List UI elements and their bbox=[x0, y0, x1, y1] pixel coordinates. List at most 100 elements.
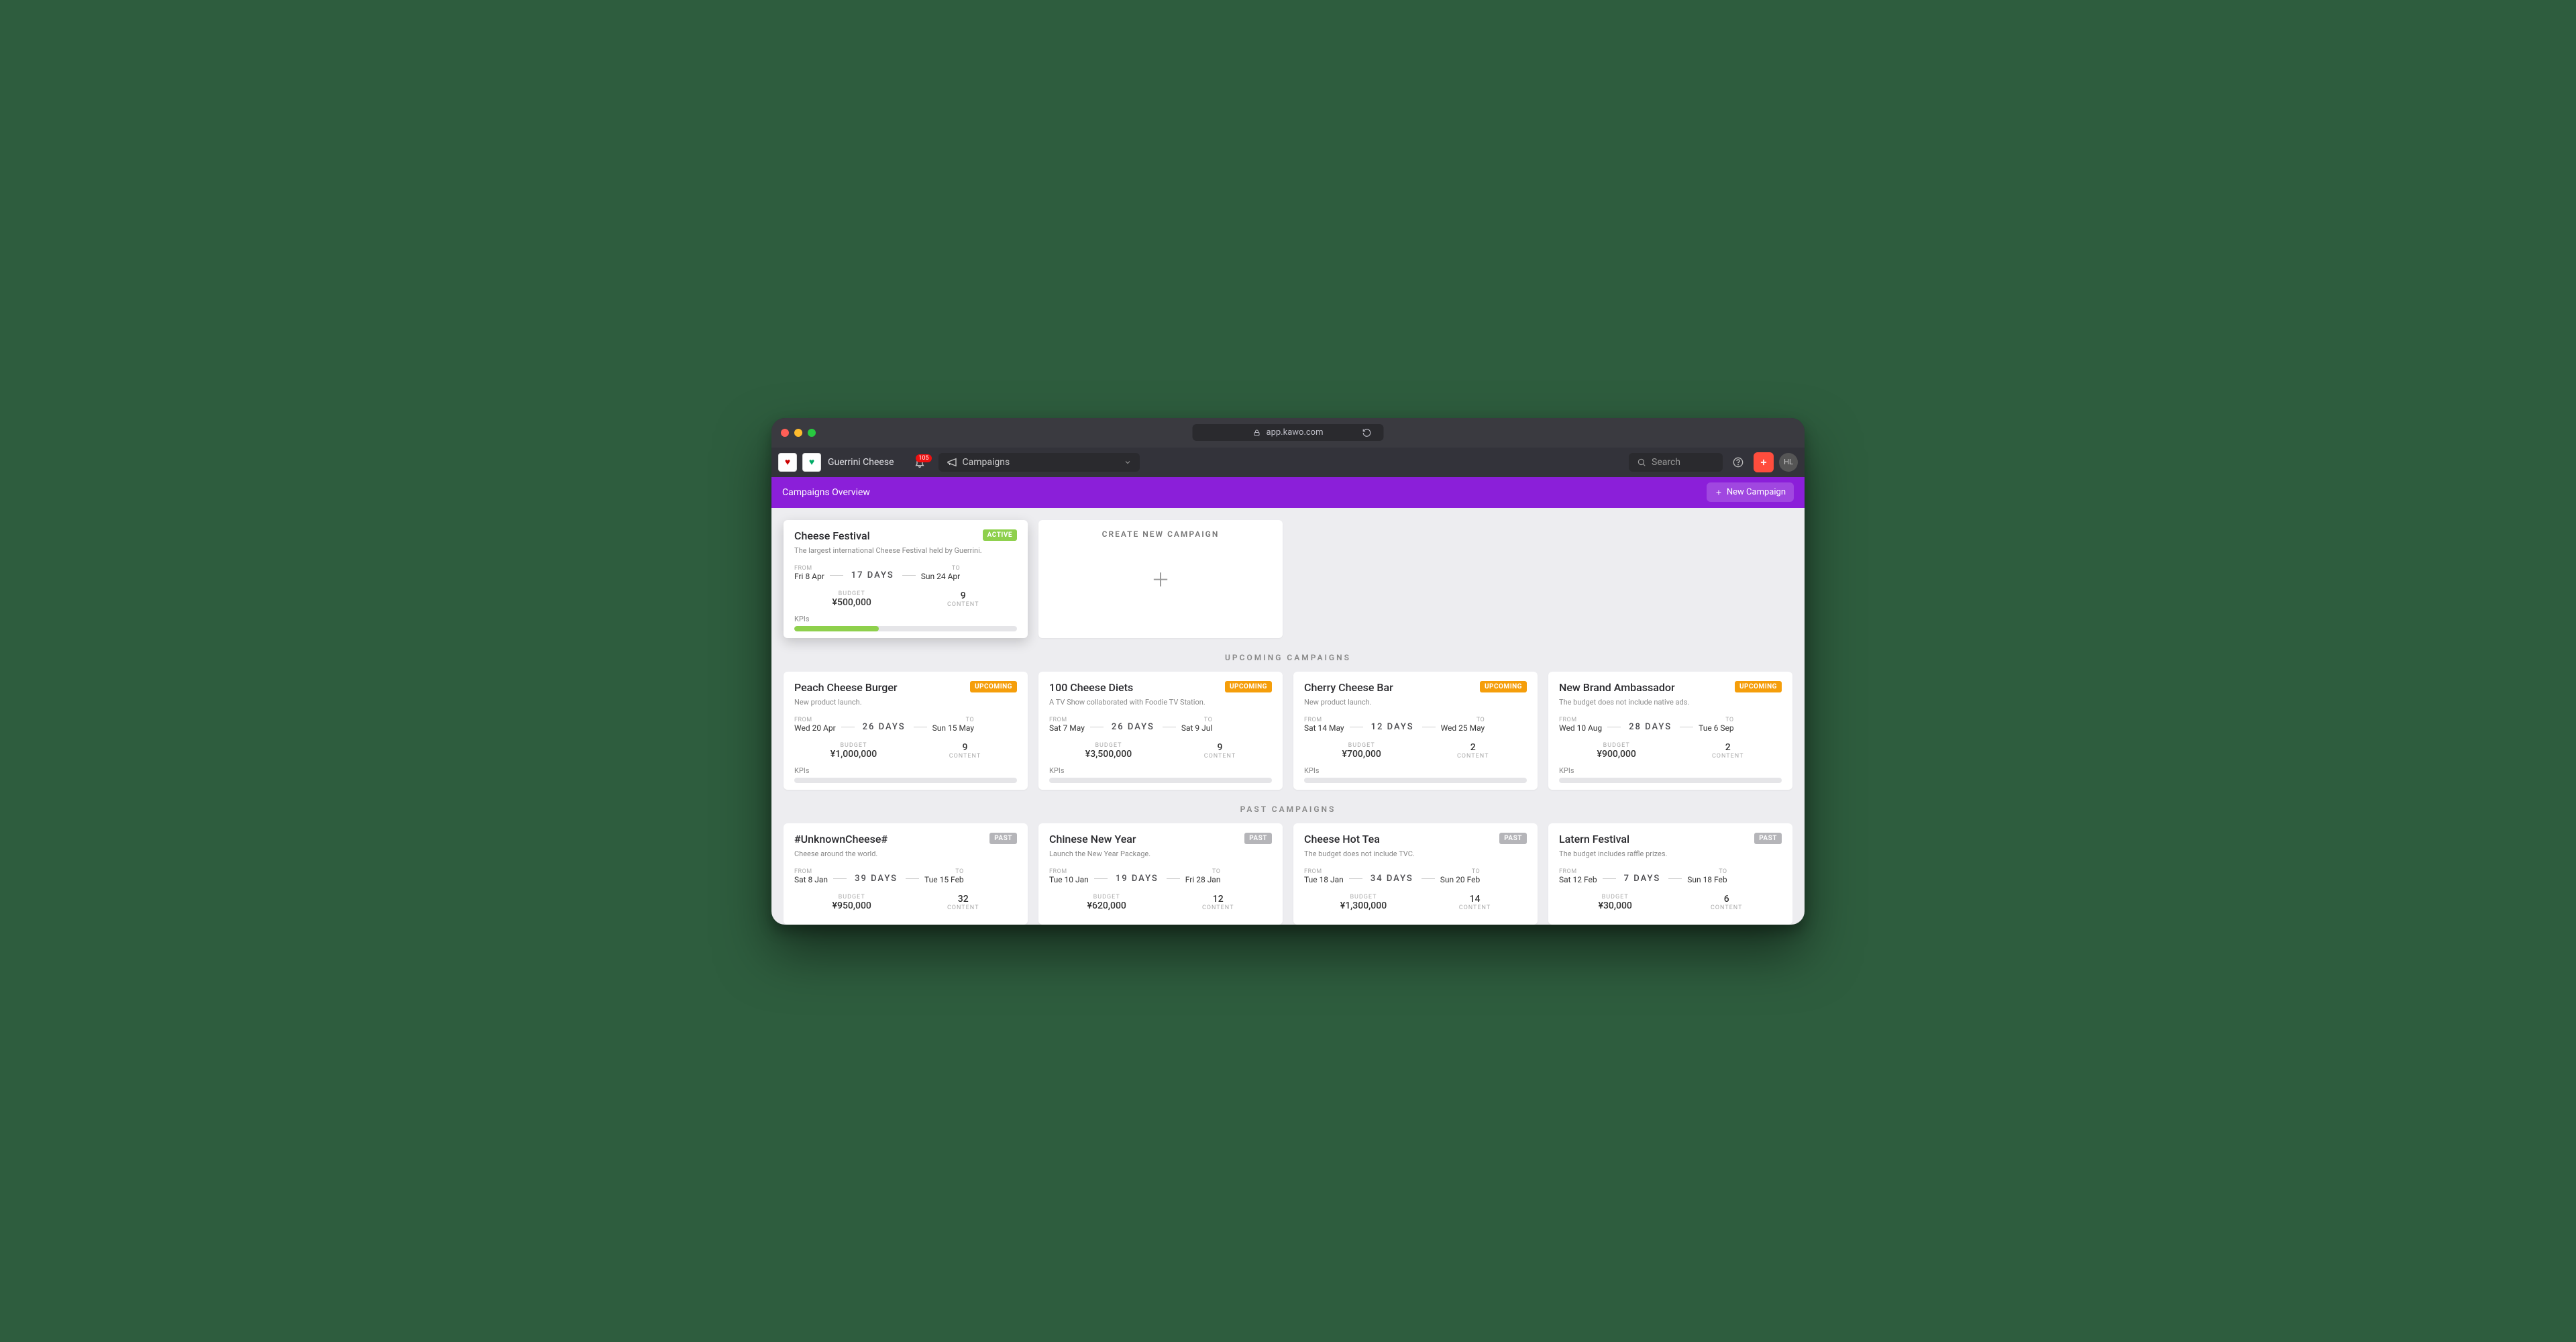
card-description: The largest international Cheese Festiva… bbox=[794, 546, 1017, 556]
content-area: Cheese Festival ACTIVE The largest inter… bbox=[771, 508, 1805, 925]
status-badge: UPCOMING bbox=[970, 681, 1017, 692]
card-description: A TV Show collaborated with Foodie TV St… bbox=[1049, 698, 1272, 707]
status-badge: PAST bbox=[989, 833, 1017, 844]
date-range: FROMSat 7 May 26 DAYS TOSat 9 Jul bbox=[1049, 717, 1272, 733]
org-icon[interactable]: ♥ bbox=[778, 453, 797, 472]
card-stats: BUDGET¥620,000 12CONTENT bbox=[1049, 894, 1272, 911]
date-range: FROMFri 8 Apr 17 DAYS TOSun 24 Apr bbox=[794, 565, 1017, 581]
card-title: 100 Cheese Diets bbox=[1049, 681, 1133, 694]
kpi-progress bbox=[794, 626, 1017, 631]
card-title: Latern Festival bbox=[1559, 833, 1629, 845]
kpi-label: KPIs bbox=[794, 615, 1017, 623]
workspace-icon[interactable]: ♥ bbox=[802, 453, 821, 472]
maximize-window-button[interactable] bbox=[808, 429, 816, 437]
card-stats: BUDGET¥900,000 2CONTENT bbox=[1559, 742, 1782, 760]
campaign-card[interactable]: Latern Festival PAST The budget includes… bbox=[1548, 823, 1792, 925]
kpi-progress bbox=[794, 778, 1017, 783]
kpi-progress bbox=[1049, 778, 1272, 783]
campaign-card[interactable]: 100 Cheese Diets UPCOMING A TV Show coll… bbox=[1038, 672, 1283, 790]
workspace-name[interactable]: Guerrini Cheese bbox=[826, 457, 901, 468]
address-bar[interactable]: app.kawo.com bbox=[1193, 424, 1384, 441]
status-badge: PAST bbox=[1244, 833, 1272, 844]
card-title: Cherry Cheese Bar bbox=[1304, 681, 1393, 694]
page-header: Campaigns Overview New Campaign bbox=[771, 477, 1805, 508]
status-badge: UPCOMING bbox=[1480, 681, 1527, 692]
url-text: app.kawo.com bbox=[1267, 427, 1324, 437]
kpi-fill bbox=[794, 626, 879, 631]
create-button[interactable] bbox=[1754, 452, 1774, 472]
campaigns-icon bbox=[947, 457, 957, 468]
card-description: The budget does not include native ads. bbox=[1559, 698, 1782, 707]
new-campaign-label: New Campaign bbox=[1727, 487, 1786, 497]
card-title: Cheese Festival bbox=[794, 529, 870, 542]
plus-icon: ＋ bbox=[1151, 566, 1170, 592]
card-stats: BUDGET¥1,300,000 14CONTENT bbox=[1304, 894, 1527, 911]
card-description: The budget does not include TVC. bbox=[1304, 849, 1527, 859]
notification-count: 105 bbox=[916, 454, 931, 462]
kpi-label: KPIs bbox=[1304, 766, 1527, 775]
card-description: New product launch. bbox=[1304, 698, 1527, 707]
search-icon bbox=[1637, 458, 1646, 467]
card-description: The budget includes raffle prizes. bbox=[1559, 849, 1782, 859]
kpi-label: KPIs bbox=[1559, 766, 1782, 775]
minimize-window-button[interactable] bbox=[794, 429, 802, 437]
help-button[interactable] bbox=[1728, 452, 1748, 472]
date-range: FROMSat 8 Jan 39 DAYS TOTue 15 Feb bbox=[794, 868, 1017, 884]
user-avatar[interactable]: HL bbox=[1779, 453, 1798, 472]
status-badge: PAST bbox=[1754, 833, 1782, 844]
date-range: FROMTue 18 Jan 34 DAYS TOSun 20 Feb bbox=[1304, 868, 1527, 884]
status-badge: UPCOMING bbox=[1735, 681, 1782, 692]
help-icon bbox=[1733, 457, 1743, 468]
campaign-card[interactable]: Cherry Cheese Bar UPCOMING New product l… bbox=[1293, 672, 1538, 790]
nav-dropdown[interactable]: Campaigns bbox=[938, 453, 1140, 472]
card-description: New product launch. bbox=[794, 698, 1017, 707]
date-range: FROMWed 20 Apr 26 DAYS TOSun 15 May bbox=[794, 717, 1017, 733]
campaign-card[interactable]: New Brand Ambassador UPCOMING The budget… bbox=[1548, 672, 1792, 790]
campaign-card[interactable]: #UnknownCheese# PAST Cheese around the w… bbox=[784, 823, 1028, 925]
browser-window: app.kawo.com ♥ ♥ Guerrini Cheese 105 Cam… bbox=[771, 418, 1805, 925]
page-title: Campaigns Overview bbox=[782, 487, 870, 498]
date-range: FROMTue 10 Jan 19 DAYS TOFri 28 Jan bbox=[1049, 868, 1272, 884]
window-controls bbox=[781, 429, 816, 437]
status-badge: PAST bbox=[1499, 833, 1527, 844]
card-stats: BUDGET¥1,000,000 9CONTENT bbox=[794, 742, 1017, 760]
kpi-progress bbox=[1559, 778, 1782, 783]
card-title: #UnknownCheese# bbox=[794, 833, 888, 845]
nav-label: Campaigns bbox=[963, 457, 1010, 468]
campaign-card[interactable]: Chinese New Year PAST Launch the New Yea… bbox=[1038, 823, 1283, 925]
card-stats: BUDGET¥950,000 32CONTENT bbox=[794, 894, 1017, 911]
section-past-title: PAST CAMPAIGNS bbox=[784, 790, 1792, 823]
create-campaign-card[interactable]: CREATE NEW CAMPAIGN ＋ bbox=[1038, 520, 1283, 638]
card-description: Launch the New Year Package. bbox=[1049, 849, 1272, 859]
create-card-label: CREATE NEW CAMPAIGN bbox=[1102, 529, 1220, 539]
card-stats: BUDGET¥700,000 2CONTENT bbox=[1304, 742, 1527, 760]
card-stats: BUDGET¥3,500,000 9CONTENT bbox=[1049, 742, 1272, 760]
date-range: FROMSat 14 May 12 DAYS TOWed 25 May bbox=[1304, 717, 1527, 733]
card-stats: BUDGET¥30,000 6CONTENT bbox=[1559, 894, 1782, 911]
date-range: FROMWed 10 Aug 28 DAYS TOTue 6 Sep bbox=[1559, 717, 1782, 733]
new-campaign-button[interactable]: New Campaign bbox=[1707, 482, 1794, 502]
close-window-button[interactable] bbox=[781, 429, 789, 437]
kpi-label: KPIs bbox=[794, 766, 1017, 775]
kpi-progress bbox=[1304, 778, 1527, 783]
campaign-card-active[interactable]: Cheese Festival ACTIVE The largest inter… bbox=[784, 520, 1028, 638]
card-title: New Brand Ambassador bbox=[1559, 681, 1675, 694]
titlebar: app.kawo.com bbox=[771, 418, 1805, 448]
search-placeholder: Search bbox=[1652, 457, 1680, 468]
campaign-card[interactable]: Peach Cheese Burger UPCOMING New product… bbox=[784, 672, 1028, 790]
notifications-button[interactable]: 105 bbox=[906, 457, 933, 468]
status-badge: ACTIVE bbox=[983, 529, 1017, 541]
app-bar: ♥ ♥ Guerrini Cheese 105 Campaigns Search… bbox=[771, 448, 1805, 477]
status-badge: UPCOMING bbox=[1225, 681, 1272, 692]
card-title: Cheese Hot Tea bbox=[1304, 833, 1380, 845]
campaign-card[interactable]: Cheese Hot Tea PAST The budget does not … bbox=[1293, 823, 1538, 925]
kpi-label: KPIs bbox=[1049, 766, 1272, 775]
section-upcoming-title: UPCOMING CAMPAIGNS bbox=[784, 638, 1792, 672]
date-range: FROMSat 12 Feb 7 DAYS TOSun 18 Feb bbox=[1559, 868, 1782, 884]
lock-icon bbox=[1253, 429, 1261, 437]
refresh-icon[interactable] bbox=[1362, 428, 1372, 437]
plus-icon bbox=[1759, 458, 1768, 467]
plus-icon bbox=[1715, 488, 1723, 497]
search-input[interactable]: Search bbox=[1629, 453, 1723, 472]
card-title: Chinese New Year bbox=[1049, 833, 1136, 845]
